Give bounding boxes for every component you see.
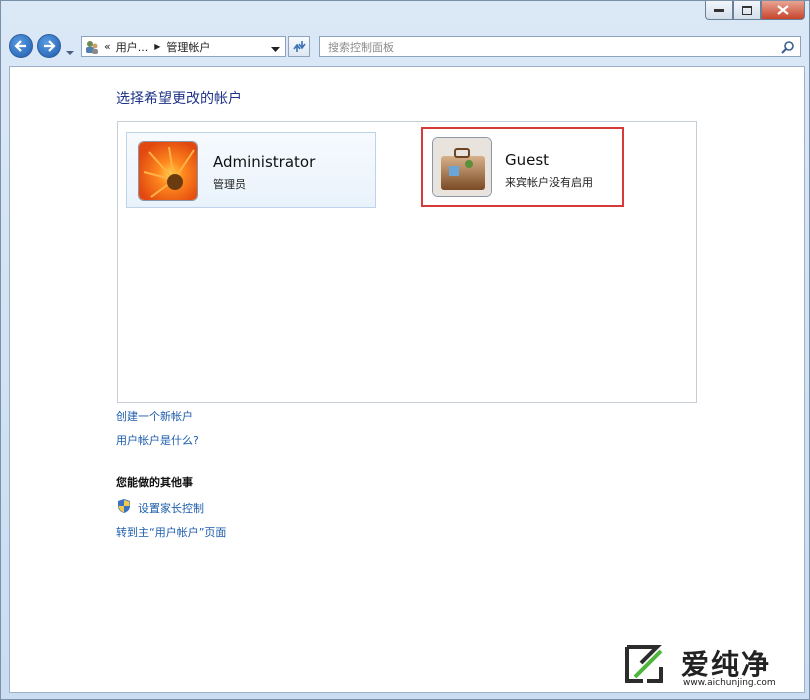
search-icon[interactable] bbox=[781, 40, 795, 57]
breadcrumb-manage-accounts[interactable]: 管理帐户 bbox=[166, 39, 210, 55]
site-logo: 爱纯净 www.aichunjing.com bbox=[621, 641, 799, 691]
close-icon bbox=[777, 5, 789, 15]
account-name: Guest bbox=[505, 151, 550, 169]
back-arrow-icon bbox=[14, 40, 26, 52]
breadcrumb-user-accounts[interactable]: 用户... bbox=[116, 39, 149, 55]
search-input[interactable]: 搜索控制面板 bbox=[319, 36, 801, 57]
minimize-icon bbox=[714, 9, 724, 12]
chevron-down-icon bbox=[66, 51, 74, 55]
briefcase-icon bbox=[433, 138, 491, 196]
control-panel-window: « 用户... ▶ 管理帐户 搜索控制面板 选择希望更改的帐户 Administ… bbox=[0, 0, 810, 700]
caption-buttons bbox=[705, 1, 805, 20]
chevron-down-icon bbox=[271, 47, 280, 52]
forward-arrow-icon bbox=[44, 40, 56, 52]
maximize-icon bbox=[742, 5, 752, 15]
other-tasks-title: 您能做的其他事 bbox=[116, 476, 193, 489]
breadcrumb-separator-icon[interactable]: ▶ bbox=[154, 42, 160, 51]
users-icon bbox=[85, 40, 99, 54]
main-user-accounts-link[interactable]: 转到主“用户帐户”页面 bbox=[116, 524, 226, 540]
navigation-bar: « 用户... ▶ 管理帐户 搜索控制面板 bbox=[9, 34, 801, 60]
parental-controls-link[interactable]: 设置家长控制 bbox=[138, 500, 204, 516]
address-bar[interactable]: « 用户... ▶ 管理帐户 bbox=[81, 36, 286, 57]
recent-pages-dropdown[interactable] bbox=[65, 42, 75, 61]
flower-icon bbox=[139, 142, 197, 200]
logo-url: www.aichunjing.com bbox=[683, 678, 776, 688]
create-account-link[interactable]: 创建一个新帐户 bbox=[116, 408, 193, 424]
account-tile-guest[interactable]: Guest 来宾帐户没有启用 bbox=[421, 127, 624, 207]
what-is-account-link[interactable]: 用户帐户是什么? bbox=[116, 432, 199, 448]
forward-button[interactable] bbox=[37, 34, 61, 58]
account-tile-administrator[interactable]: Administrator 管理员 bbox=[126, 132, 376, 208]
refresh-icon bbox=[293, 40, 306, 52]
maximize-button[interactable] bbox=[733, 1, 761, 20]
close-button[interactable] bbox=[761, 1, 805, 20]
logo-title: 爱纯净 bbox=[681, 648, 772, 681]
content-pane: 选择希望更改的帐户 Administrator 管理员 Guest 来宾帐户没有… bbox=[9, 66, 805, 693]
minimize-button[interactable] bbox=[705, 1, 733, 20]
address-dropdown-button[interactable] bbox=[271, 43, 280, 56]
account-name: Administrator bbox=[213, 153, 316, 171]
account-type: 来宾帐户没有启用 bbox=[505, 176, 593, 189]
refresh-button[interactable] bbox=[288, 36, 310, 57]
shield-icon bbox=[116, 498, 132, 514]
account-type: 管理员 bbox=[213, 178, 246, 191]
search-placeholder: 搜索控制面板 bbox=[328, 40, 394, 54]
breadcrumb-overflow[interactable]: « bbox=[104, 40, 111, 53]
back-button[interactable] bbox=[9, 34, 33, 58]
page-title: 选择希望更改的帐户 bbox=[116, 91, 242, 107]
